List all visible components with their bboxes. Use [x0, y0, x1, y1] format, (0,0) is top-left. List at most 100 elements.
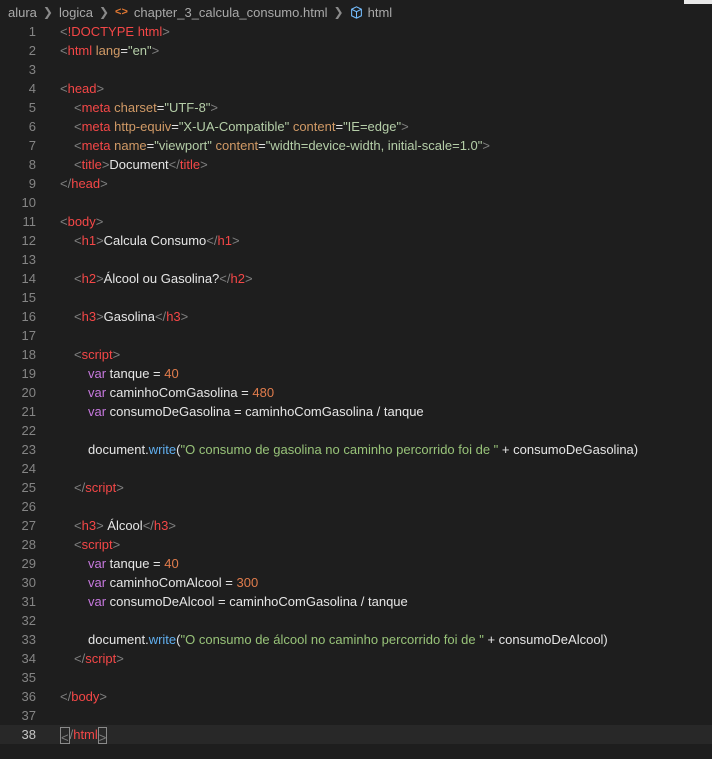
code-token: >	[151, 43, 160, 58]
code-content: <meta name="viewport" content="width=dev…	[36, 136, 490, 155]
code-token: <	[60, 214, 68, 229]
code-content: <html lang="en">	[36, 41, 159, 60]
code-token: =	[120, 43, 128, 58]
code-token: h3	[166, 309, 181, 324]
code-token: "IE=edge"	[343, 119, 402, 134]
code-line[interactable]: 30 var caminhoComAlcool = 300	[0, 573, 712, 592]
window-corner-mark	[684, 0, 712, 4]
code-token: h1	[81, 233, 97, 248]
code-line[interactable]: 15	[0, 288, 712, 307]
code-line[interactable]: 7 <meta name="viewport" content="width=de…	[0, 136, 712, 155]
code-token: >	[100, 176, 108, 191]
breadcrumb-symbol[interactable]: html	[368, 5, 393, 20]
code-line[interactable]: 36 </body>	[0, 687, 712, 706]
line-number: 35	[21, 670, 36, 685]
code-line[interactable]: 1 <!DOCTYPE html>	[0, 22, 712, 41]
code-token: write	[148, 442, 177, 457]
code-line[interactable]: 37	[0, 706, 712, 725]
code-line[interactable]: 25 </script>	[0, 478, 712, 497]
code-token: >	[95, 214, 104, 229]
code-line[interactable]: 16 <h3>Gasolina</h3>	[0, 307, 712, 326]
code-line[interactable]: 22	[0, 421, 712, 440]
line-number: 7	[28, 138, 36, 153]
code-token: h2	[230, 271, 245, 286]
code-line[interactable]: 34 </script>	[0, 649, 712, 668]
code-token: >	[112, 537, 121, 552]
code-line[interactable]: 31 var consumoDeAlcool = caminhoComGasoli…	[0, 592, 712, 611]
code-line[interactable]: 14 <h2>Álcool ou Gasolina?</h2>	[0, 269, 712, 288]
code-token: h3	[153, 518, 169, 533]
code-line[interactable]: 17	[0, 326, 712, 345]
code-token: =	[335, 119, 344, 134]
code-line[interactable]: 27 <h3> Álcool</h3>	[0, 516, 712, 535]
code-line[interactable]: 19 var tanque = 40	[0, 364, 712, 383]
code-line[interactable]: 23 document.write("O consumo de gasolina …	[0, 440, 712, 459]
code-line[interactable]: 20 var caminhoComGasolina = 480	[0, 383, 712, 402]
code-content: <script>	[36, 345, 120, 364]
code-token: Álcool	[103, 518, 143, 533]
code-token: >	[96, 518, 104, 533]
code-content: var caminhoComGasolina = 480	[36, 383, 274, 402]
code-line[interactable]: 32	[0, 611, 712, 630]
line-number: 25	[21, 480, 36, 495]
code-token: >	[97, 727, 108, 745]
code-token: content	[292, 119, 336, 134]
code-token: title	[179, 157, 201, 172]
code-token: lang	[95, 43, 121, 58]
code-line[interactable]: 10	[0, 193, 712, 212]
code-line[interactable]: 24	[0, 459, 712, 478]
code-content	[36, 326, 60, 345]
code-token: !DOCTYPE	[67, 24, 135, 39]
line-number: 24	[21, 461, 36, 476]
code-line[interactable]: 38 </html>	[0, 725, 712, 745]
breadcrumb-file[interactable]: chapter_3_calcula_consumo.html	[134, 5, 328, 20]
code-line[interactable]: 18 <script>	[0, 345, 712, 364]
code-content: <h1>Calcula Consumo</h1>	[36, 231, 240, 250]
code-line[interactable]: 35	[0, 668, 712, 687]
code-token: <	[74, 233, 82, 248]
code-line[interactable]: 26	[0, 497, 712, 516]
code-token: >	[99, 689, 108, 704]
code-line[interactable]: 3	[0, 60, 712, 79]
code-token: body	[67, 214, 96, 229]
code-line[interactable]: 11 <body>	[0, 212, 712, 231]
code-line[interactable]: 13	[0, 250, 712, 269]
code-token: caminhoComAlcool =	[106, 575, 237, 590]
code-content	[36, 288, 60, 307]
code-content: </script>	[36, 478, 124, 497]
code-editor[interactable]: 1 <!DOCTYPE html> 2 <html lang="en"> 3 4 <head…	[0, 22, 712, 745]
breadcrumb-folder-alura[interactable]: alura	[8, 5, 37, 20]
code-token: html	[137, 24, 163, 39]
code-token: head	[71, 176, 101, 191]
code-token: >	[96, 81, 105, 96]
code-content: document.write("O consumo de gasolina no…	[36, 440, 638, 459]
code-line[interactable]: 8 <title>Document</title>	[0, 155, 712, 174]
line-number: 26	[21, 499, 36, 514]
code-token: h3	[81, 309, 97, 324]
code-line[interactable]: 29 var tanque = 40	[0, 554, 712, 573]
code-token: Calcula Consumo	[103, 233, 207, 248]
breadcrumb-folder-logica[interactable]: logica	[59, 5, 93, 20]
code-content	[36, 193, 60, 212]
chevron-right-icon: ❯	[98, 5, 110, 19]
code-line[interactable]: 5 <meta charset="UTF-8">	[0, 98, 712, 117]
line-number: 17	[21, 328, 36, 343]
code-token: <	[74, 347, 82, 362]
code-line[interactable]: 28 <script>	[0, 535, 712, 554]
line-number: 1	[28, 24, 36, 39]
code-token: Álcool ou Gasolina?	[103, 271, 220, 286]
line-number: 30	[21, 575, 36, 590]
code-token: http-equiv	[114, 119, 172, 134]
code-line[interactable]: 4 <head>	[0, 79, 712, 98]
line-number: 23	[21, 442, 36, 457]
code-line[interactable]: 9 </head>	[0, 174, 712, 193]
line-number: 5	[28, 100, 36, 115]
code-token: head	[67, 81, 97, 96]
line-number: 31	[21, 594, 36, 609]
code-line[interactable]: 6 <meta http-equiv="X-UA-Compatible" cont…	[0, 117, 712, 136]
code-line[interactable]: 33 document.write("O consumo de álcool no…	[0, 630, 712, 649]
code-line[interactable]: 2 <html lang="en">	[0, 41, 712, 60]
code-line[interactable]: 21 var consumoDeGasolina = caminhoComGaso…	[0, 402, 712, 421]
code-line[interactable]: 12 <h1>Calcula Consumo</h1>	[0, 231, 712, 250]
code-token: "UTF-8"	[164, 100, 211, 115]
